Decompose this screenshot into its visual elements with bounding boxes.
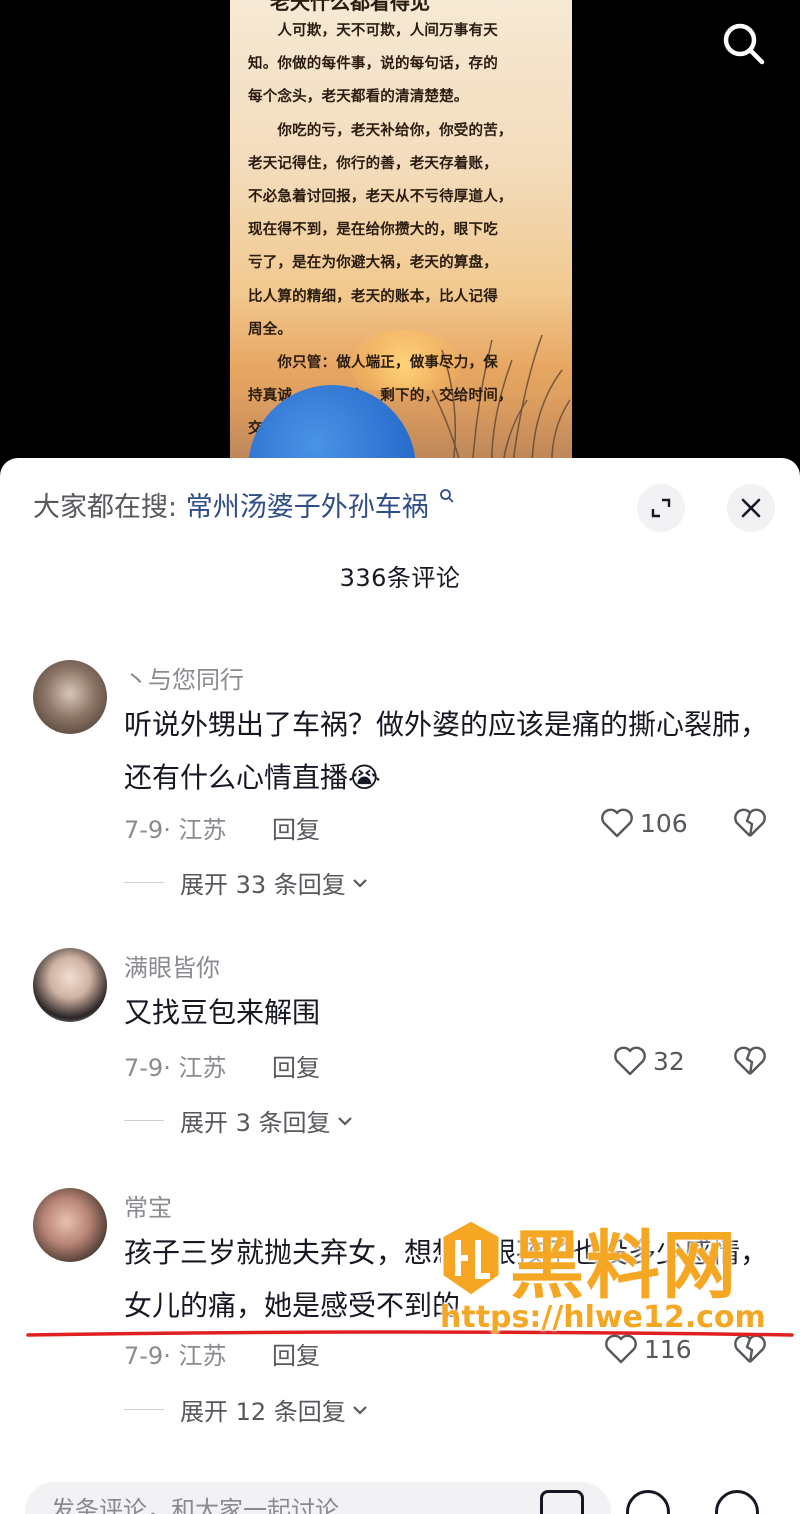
watermark-brand: 黑料网: [510, 1223, 738, 1309]
comment-count: 336条评论: [339, 564, 461, 592]
expand-replies-label: 展开 33 条回复: [180, 871, 346, 899]
comment-text: 又找豆包来解围: [124, 996, 321, 1029]
image-icon[interactable]: [540, 1490, 584, 1514]
comment-username[interactable]: 丶与您同行: [124, 660, 244, 695]
divider: [124, 1120, 164, 1121]
comment-meta: 7-9· 江苏: [124, 1054, 227, 1082]
comment-text: 听说外甥出了车祸？做外婆的应该是痛的撕心裂肺，还有什么心情直播😭: [124, 708, 769, 794]
broken-heart-icon[interactable]: [733, 1046, 767, 1076]
like-count: 32: [653, 1046, 685, 1076]
expand-replies-button[interactable]: 展开 33 条回复: [124, 865, 368, 900]
comment-username[interactable]: 满眼皆你: [124, 948, 220, 983]
poster-text: 人可欺，天不可欺，人间万事有天 知。你做的每件事，说的每句话，存的 每个念头，老…: [248, 22, 513, 437]
hot-search-prefix: 大家都在搜:: [33, 492, 178, 523]
bottom-bar: 发条评论，和大家一起讨论: [0, 1468, 800, 1514]
like-button[interactable]: 32: [613, 1046, 685, 1076]
expand-replies-button[interactable]: 展开 12 条回复: [124, 1392, 368, 1427]
search-icon[interactable]: [720, 20, 768, 68]
avatar[interactable]: [33, 1188, 107, 1262]
comment-input[interactable]: 发条评论，和大家一起讨论: [25, 1482, 611, 1514]
video-poster: 老天什么都看得见 人可欺，天不可欺，人间万事有天 知。你做的每件事，说的每句话，…: [230, 0, 572, 470]
comment-username[interactable]: 常宝: [124, 1188, 172, 1223]
like-count: 106: [640, 808, 688, 838]
avatar[interactable]: [33, 660, 107, 734]
watermark: 黑料网 https://hlwe12.com: [438, 1218, 798, 1348]
poster-title: 老天什么都看得见: [270, 0, 430, 14]
like-button[interactable]: 106: [600, 808, 688, 838]
broken-heart-icon[interactable]: [733, 808, 767, 838]
close-icon: [741, 498, 761, 518]
expand-replies-button[interactable]: 展开 3 条回复: [124, 1103, 353, 1138]
hot-search-term[interactable]: 常州汤婆子外孙车祸: [186, 492, 429, 523]
expand-button[interactable]: [637, 484, 685, 532]
avatar[interactable]: [33, 948, 107, 1022]
small-search-icon: [440, 489, 454, 503]
expand-replies-label: 展开 3 条回复: [180, 1109, 331, 1137]
comment-sheet: 大家都在搜: 常州汤婆子外孙车祸 336条评论 丶与您同行 听说外甥出了车祸？做…: [0, 458, 800, 1514]
emoji-icon[interactable]: [715, 1490, 759, 1514]
expand-replies-label: 展开 12 条回复: [180, 1398, 346, 1426]
heart-icon: [614, 1046, 646, 1076]
sheet-header: 大家都在搜: 常州汤婆子外孙车祸 336条评论: [0, 458, 800, 608]
watermark-url: https://hlwe12.com: [440, 1300, 766, 1335]
reply-button[interactable]: 回复: [272, 810, 320, 845]
heart-icon: [601, 808, 633, 838]
chevron-down-icon: [353, 878, 367, 888]
at-icon[interactable]: [626, 1490, 670, 1514]
divider: [124, 882, 164, 883]
close-button[interactable]: [727, 484, 775, 532]
watermark-logo-icon: [440, 1218, 502, 1298]
chevron-down-icon: [353, 1405, 367, 1415]
video-area[interactable]: 老天什么都看得见 人可欺，天不可欺，人间万事有天 知。你做的每件事，说的每句话，…: [0, 0, 800, 470]
chevron-down-icon: [337, 1116, 352, 1126]
divider: [124, 1409, 164, 1410]
hot-search[interactable]: 大家都在搜: 常州汤婆子外孙车祸: [33, 488, 455, 528]
comment-meta: 7-9· 江苏: [124, 816, 227, 844]
expand-icon: [651, 498, 671, 518]
reply-button[interactable]: 回复: [272, 1048, 320, 1083]
